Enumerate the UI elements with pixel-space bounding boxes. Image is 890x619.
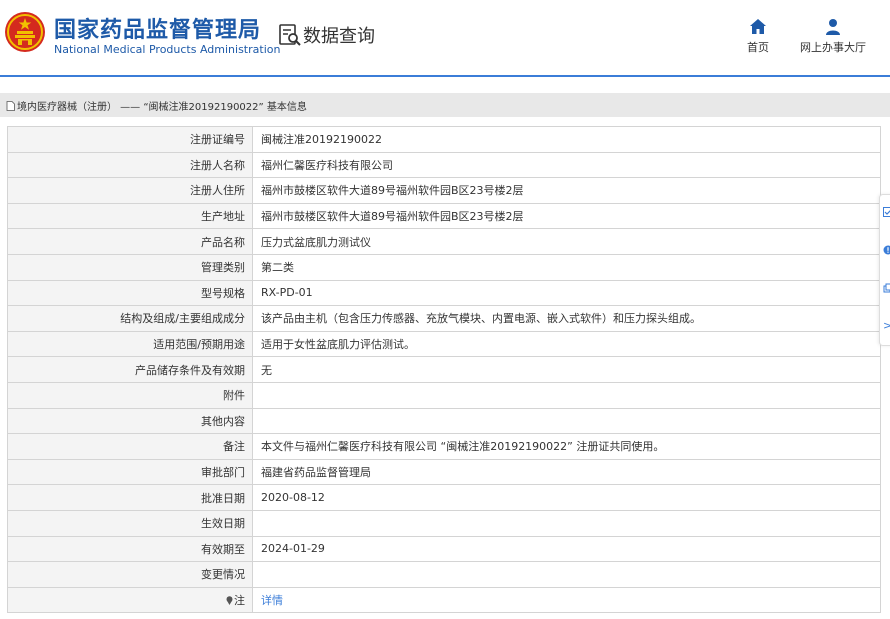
field-value: [252, 381, 881, 409]
field-value: 本文件与福州仁馨医疗科技有限公司 “闽械注准20192190022” 注册证共同…: [252, 433, 881, 460]
field-label: 备注: [7, 433, 253, 460]
nav-online-office[interactable]: 网上办事大厅: [798, 18, 868, 55]
table-row: 注册证编号 闽械注准20192190022: [7, 126, 881, 153]
field-value: [252, 509, 881, 537]
field-value: 压力式盆底肌力测试仪: [252, 228, 881, 255]
field-value: 第二类: [252, 253, 881, 281]
help-icon[interactable]: [883, 245, 890, 259]
nav-home[interactable]: 首页: [740, 18, 776, 55]
table-row: 有效期至 2024-01-29: [7, 535, 881, 563]
field-label: 有效期至: [7, 535, 253, 563]
field-value: 适用于女性盆底肌力评估测试。: [252, 330, 881, 358]
record-table: 注册证编号 闽械注准20192190022 注册人名称 福州仁馨医疗科技有限公司 注册人…: [7, 126, 881, 614]
field-value: [252, 407, 881, 435]
note-label-cell: 注: [7, 586, 253, 614]
field-label: 附件: [7, 381, 253, 409]
table-row: 生效日期: [7, 509, 881, 537]
table-row: 生产地址 福州市鼓楼区软件大道89号福州软件园B区23号楼2层: [7, 202, 881, 230]
table-row: 其他内容: [7, 407, 881, 435]
field-label: 产品名称: [7, 228, 253, 255]
home-icon: [750, 19, 766, 34]
field-value: 该产品由主机（包含压力传感器、充放气模块、内置电源、嵌入式软件）和压力探头组成。: [252, 305, 881, 332]
nav-online-office-label: 网上办事大厅: [800, 41, 866, 54]
table-row: 适用范围/预期用途 适用于女性盆底肌力评估测试。: [7, 330, 881, 358]
field-label: 型号规格: [7, 279, 253, 307]
field-label: 管理类别: [7, 253, 253, 281]
breadcrumb: 境内医疗器械（注册） —— “闽械注准20192190022” 基本信息: [0, 93, 890, 117]
table-row: 附件: [7, 381, 881, 409]
table-row: 变更情况: [7, 561, 881, 588]
field-value: RX-PD-01: [252, 279, 881, 307]
field-label: 生效日期: [7, 509, 253, 537]
field-value: [252, 561, 881, 588]
data-query-icon: [279, 24, 301, 46]
field-label: 结构及组成/主要组成成分: [7, 305, 253, 332]
side-toolbar: >: [879, 194, 890, 346]
field-value: 福建省药品监督管理局: [252, 458, 881, 486]
pin-icon: [226, 596, 233, 605]
table-row-note: 注 详情: [7, 586, 881, 614]
header-divider: [0, 75, 890, 77]
table-row: 审批部门 福建省药品监督管理局: [7, 458, 881, 486]
field-value: 福州市鼓楼区软件大道89号福州软件园B区23号楼2层: [252, 177, 881, 204]
share-icon[interactable]: [883, 283, 890, 297]
site-header: 国家药品监督管理局 National Medical Products Admi…: [0, 0, 890, 77]
table-row: 批准日期 2020-08-12: [7, 484, 881, 511]
table-row: 型号规格 RX-PD-01: [7, 279, 881, 307]
field-label: 变更情况: [7, 561, 253, 588]
section-title: 数据查询: [303, 26, 375, 47]
table-row: 注册人住所 福州市鼓楼区软件大道89号福州软件园B区23号楼2层: [7, 177, 881, 204]
field-label: 适用范围/预期用途: [7, 330, 253, 358]
checkbox-icon[interactable]: [883, 207, 890, 221]
field-label: 其他内容: [7, 407, 253, 435]
document-icon: [6, 100, 15, 111]
field-label: 注册证编号: [7, 126, 253, 153]
note-value-cell: 详情: [252, 586, 881, 614]
table-row: 备注 本文件与福州仁馨医疗科技有限公司 “闽械注准20192190022” 注册证…: [7, 433, 881, 460]
field-label: 生产地址: [7, 202, 253, 230]
field-label: 注册人名称: [7, 151, 253, 179]
field-value: 福州仁馨医疗科技有限公司: [252, 151, 881, 179]
table-row: 注册人名称 福州仁馨医疗科技有限公司: [7, 151, 881, 179]
field-value: 闽械注准20192190022: [252, 126, 881, 153]
table-row: 结构及组成/主要组成成分 该产品由主机（包含压力传感器、充放气模块、内置电源、嵌入…: [7, 305, 881, 332]
field-value: 无: [252, 356, 881, 383]
detail-link[interactable]: 详情: [261, 594, 283, 607]
field-label: 审批部门: [7, 458, 253, 486]
nav-home-label: 首页: [747, 41, 769, 54]
field-label: 批准日期: [7, 484, 253, 511]
note-label: 注: [234, 593, 245, 607]
user-icon: [826, 19, 840, 35]
field-value: 福州市鼓楼区软件大道89号福州软件园B区23号楼2层: [252, 202, 881, 230]
national-emblem-icon: [5, 12, 45, 52]
agency-name-en: National Medical Products Administration: [54, 43, 281, 56]
field-value: 2020-08-12: [252, 484, 881, 511]
field-value: 2024-01-29: [252, 535, 881, 563]
field-label: 产品储存条件及有效期: [7, 356, 253, 383]
agency-name-cn: 国家药品监督管理局: [54, 18, 262, 43]
collapse-icon[interactable]: >: [883, 319, 890, 333]
table-row: 管理类别 第二类: [7, 253, 881, 281]
table-row: 产品名称 压力式盆底肌力测试仪: [7, 228, 881, 255]
table-row: 产品储存条件及有效期无: [7, 356, 881, 383]
breadcrumb-text: 境内医疗器械（注册） —— “闽械注准20192190022” 基本信息: [17, 102, 307, 113]
field-label: 注册人住所: [7, 177, 253, 204]
